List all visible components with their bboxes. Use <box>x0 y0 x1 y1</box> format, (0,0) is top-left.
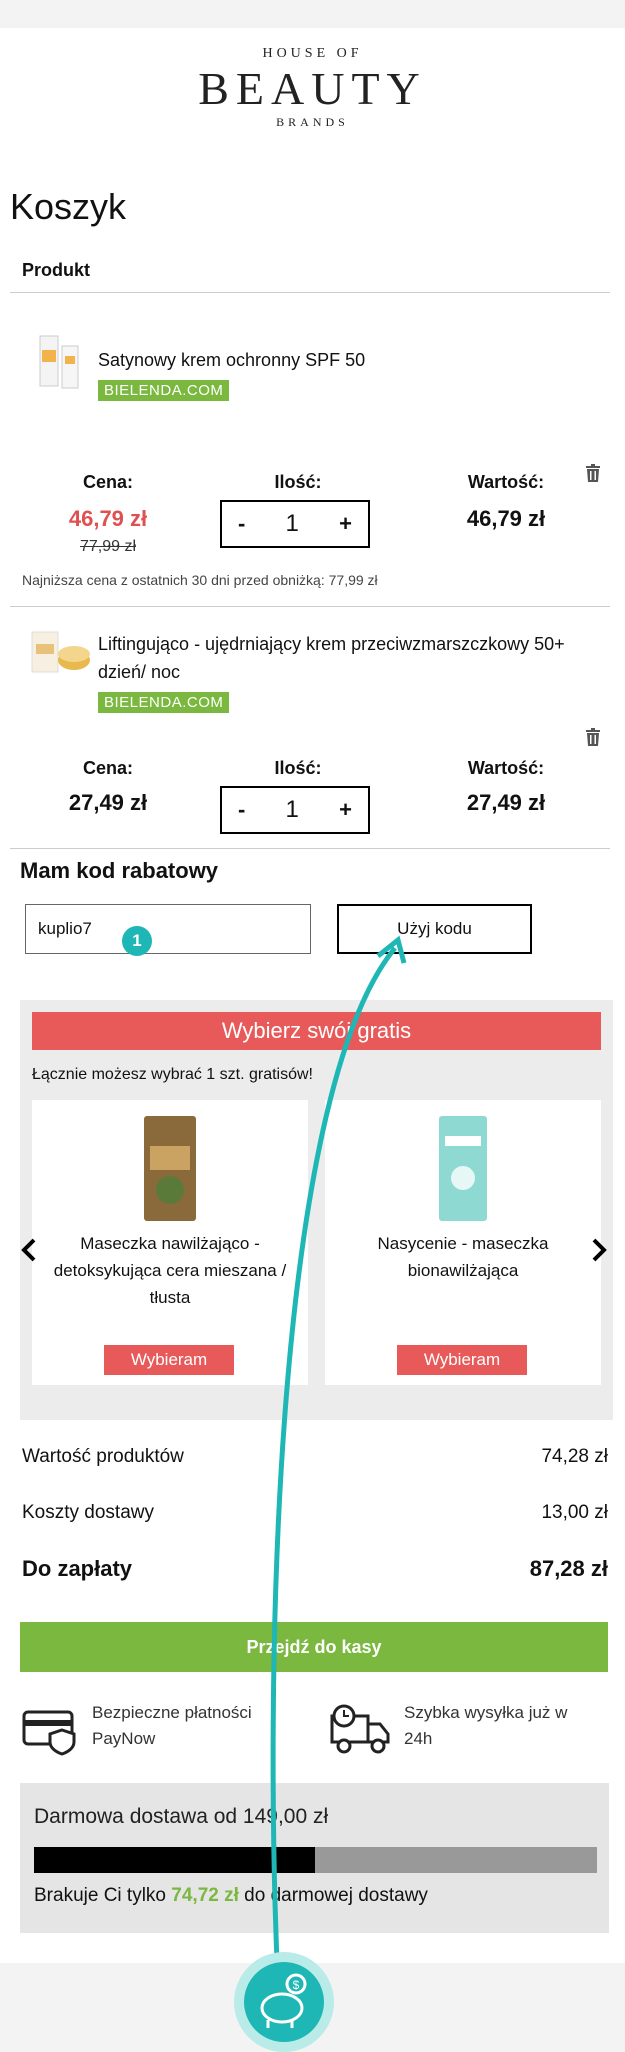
lowest-price-note: Najniższa cena z ostatnich 30 dni przed … <box>22 572 378 588</box>
chevron-left-icon <box>21 1238 36 1262</box>
value-label: Wartość: <box>467 472 545 492</box>
product-name[interactable]: Satynowy krem ochronny SPF 50 <box>98 346 598 374</box>
choose-gift-button[interactable]: Wybieram <box>397 1345 527 1375</box>
total-label: Do zapłaty <box>22 1556 133 1581</box>
trash-icon[interactable] <box>585 728 601 746</box>
qty-label: Ilość: <box>274 758 322 778</box>
piggy-bank-icon: $ <box>244 1962 324 2042</box>
gift-note: Łącznie możesz wybrać 1 szt. gratisów! <box>32 1066 313 1083</box>
gift-image <box>140 1116 200 1226</box>
brand-logo[interactable]: HOUSE OF BEAUTY BRANDS <box>0 46 625 130</box>
qty-label: Ilość: <box>274 472 322 492</box>
summary-total-row: Do zapłaty 87,28 zł <box>22 1556 608 1582</box>
gift-card: Nasycenie - maseczka bionawilżająca Wybi… <box>325 1100 601 1385</box>
summary-value: 74,28 zł <box>541 1446 608 1467</box>
page-title: Koszyk <box>10 186 127 227</box>
logo-line-1: HOUSE OF <box>262 46 363 61</box>
gift-name: Nasycenie - maseczka bionawilżająca <box>377 1234 549 1280</box>
checkout-button[interactable]: Przejdź do kasy <box>20 1622 608 1672</box>
trash-icon[interactable] <box>585 464 601 482</box>
summary-products-row: Wartość produktów 74,28 zł <box>22 1446 608 1468</box>
price-label: Cena: <box>82 758 133 778</box>
discount-code-input[interactable]: kuplio7 <box>25 904 311 954</box>
cart-page: HOUSE OF BEAUTY BRANDS Koszyk Produkt Sa… <box>0 28 625 1963</box>
qty-increase-button[interactable]: + <box>339 511 352 537</box>
gift-image <box>435 1116 491 1226</box>
summary-label: Wartość produktów <box>22 1446 184 1467</box>
summary-shipping-row: Koszty dostawy 13,00 zł <box>22 1502 608 1524</box>
divider <box>10 606 610 607</box>
delivery-truck-icon <box>330 1704 392 1761</box>
price-label: Cena: <box>82 472 133 492</box>
feature-payment: Bezpieczne płatności PayNow <box>92 1703 252 1748</box>
gift-prev-arrow[interactable] <box>20 1238 38 1269</box>
shop-badge: BIELENDA.COM <box>98 692 230 713</box>
qty-value[interactable]: 1 <box>286 796 299 824</box>
qty-decrease-button[interactable]: - <box>238 511 245 537</box>
summary-value: 13,00 zł <box>541 1502 608 1523</box>
progress-fill <box>34 1847 315 1873</box>
choose-gift-button[interactable]: Wybieram <box>104 1345 234 1375</box>
product-column-header: Produkt <box>22 260 91 280</box>
value-label: Wartość: <box>467 758 545 778</box>
shop-badge: BIELENDA.COM <box>98 380 230 401</box>
old-price: 77,99 zł <box>79 538 137 555</box>
divider <box>10 292 610 293</box>
feature-delivery: Szybka wysyłka już w 24h <box>404 1703 568 1748</box>
qty-decrease-button[interactable]: - <box>238 797 245 823</box>
gift-name: Maseczka nawilżająco - detoksykująca cer… <box>53 1234 287 1307</box>
gift-card: Maseczka nawilżająco - detoksykująca cer… <box>32 1100 308 1385</box>
free-shipping-title: Darmowa dostawa od 149,00 zł <box>34 1805 329 1828</box>
product-name[interactable]: Liftingująco - ujędrniający krem przeciw… <box>98 630 598 686</box>
discount-title: Mam kod rabatowy <box>20 858 219 883</box>
summary-label: Koszty dostawy <box>22 1502 154 1523</box>
credit-card-shield-icon <box>22 1706 80 1761</box>
missing-amount: 74,72 zł <box>171 1885 239 1906</box>
free-shipping-progress <box>34 1847 597 1873</box>
chevron-right-icon <box>592 1238 607 1262</box>
qty-increase-button[interactable]: + <box>339 797 352 823</box>
gift-selector: Wybierz swój gratis Łącznie możesz wybra… <box>20 1000 613 1420</box>
quantity-stepper: - 1 + <box>220 786 370 834</box>
sale-price: 46,79 zł <box>68 506 148 531</box>
logo-line-3: BRANDS <box>276 115 349 129</box>
svg-text:$: $ <box>293 1978 300 1992</box>
quantity-stepper: - 1 + <box>220 500 370 548</box>
product-image[interactable] <box>28 616 90 686</box>
gift-banner: Wybierz swój gratis <box>32 1012 601 1050</box>
apply-code-button[interactable]: Użyj kodu <box>337 904 532 954</box>
free-shipping-message: Brakuje Ci tylko 74,72 zł do darmowej do… <box>34 1885 428 1907</box>
total-value: 87,28 zł <box>529 1556 608 1581</box>
qty-value[interactable]: 1 <box>286 510 299 538</box>
divider <box>10 848 610 849</box>
line-total: 46,79 zł <box>466 506 546 531</box>
step-badge: 1 <box>122 926 152 956</box>
gift-next-arrow[interactable] <box>590 1238 608 1269</box>
free-shipping-box: Darmowa dostawa od 149,00 zł Brakuje Ci … <box>20 1783 609 1933</box>
logo-line-2: BEAUTY <box>198 63 427 114</box>
piggy-bank-button[interactable]: $ <box>234 1952 334 2052</box>
message-suffix: do darmowej dostawy <box>238 1885 428 1906</box>
message-prefix: Brakuje Ci tylko <box>34 1885 172 1906</box>
line-total: 27,49 zł <box>466 790 546 815</box>
unit-price: 27,49 zł <box>68 790 148 815</box>
product-image[interactable] <box>30 328 90 398</box>
